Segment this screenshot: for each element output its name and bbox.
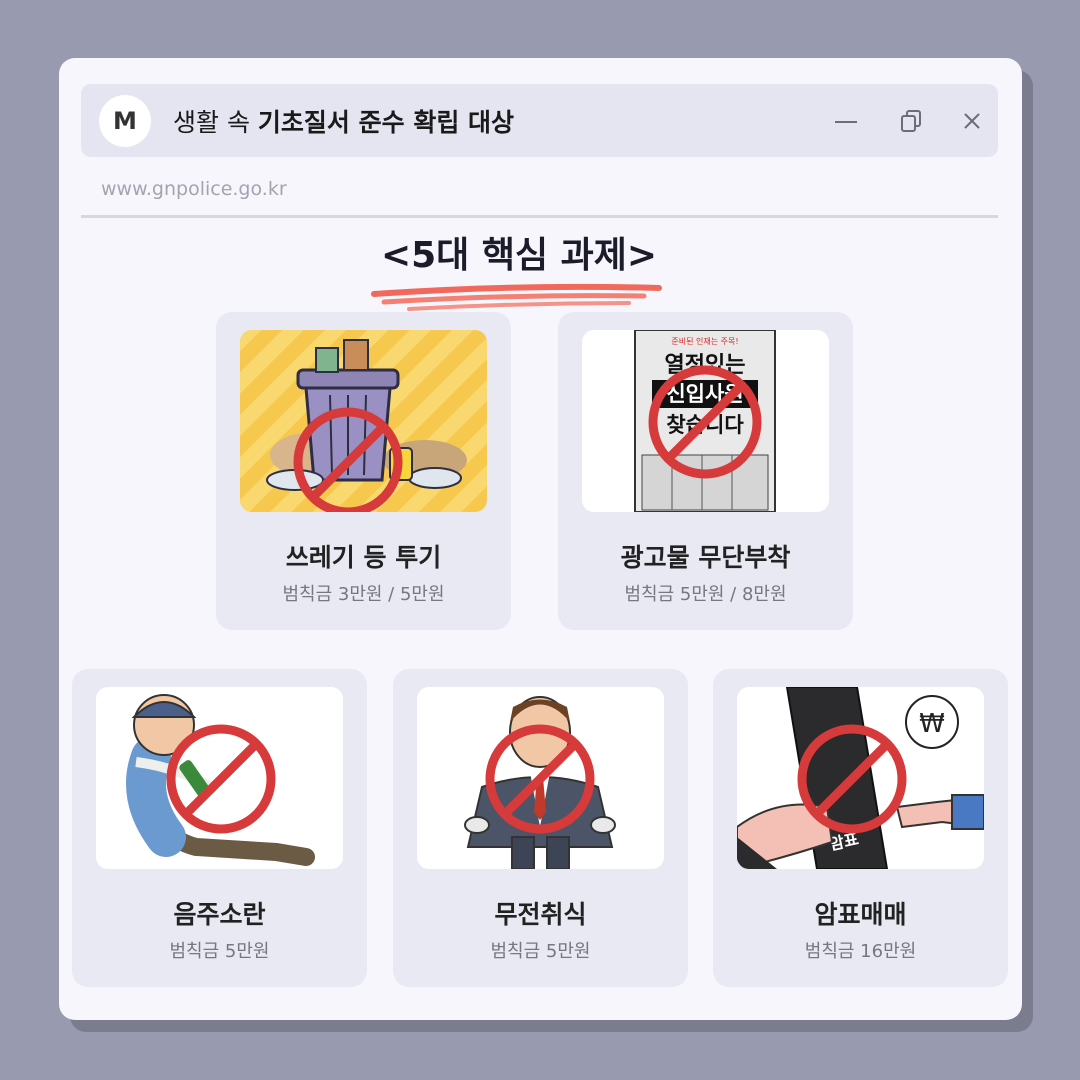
card-image bbox=[96, 687, 343, 869]
card-fine: 범칙금 5만원 bbox=[169, 941, 270, 962]
close-button[interactable] bbox=[955, 104, 989, 138]
divider bbox=[81, 215, 998, 218]
card-fine: 범칙금 5만원 bbox=[490, 941, 591, 962]
card-image bbox=[240, 330, 487, 512]
window-title: 생활 속 기초질서 준수 확립 대상 bbox=[173, 103, 514, 139]
card-dine-and-dash[interactable]: 무전취식 범칙금 5만원 bbox=[393, 669, 688, 987]
copy-icon bbox=[901, 110, 921, 132]
app-window: M 생활 속 기초질서 준수 확립 대상 www.gnpolice.go.kr … bbox=[59, 58, 1022, 1020]
minimize-button[interactable] bbox=[829, 104, 863, 138]
card-title: 광고물 무단부착 bbox=[620, 543, 791, 572]
title-bold: 기초질서 준수 확립 대상 bbox=[257, 108, 515, 137]
card-image: 준비된 인재는 주목! 열정있는 신입사원 찾습니다 bbox=[582, 330, 829, 512]
empty-pockets-man-icon bbox=[464, 696, 616, 869]
card-fine: 범칙금 16만원 bbox=[804, 941, 917, 962]
poster-caption: 준비된 인재는 주목! bbox=[671, 336, 738, 346]
card-ticket-scalping[interactable]: 암표 ₩ 암표매매 범칙금 16만원 bbox=[713, 669, 1008, 987]
card-trash-dumping[interactable]: 쓰레기 등 투기 범칙금 3만원 / 5만원 bbox=[216, 312, 511, 630]
won-symbol: ₩ bbox=[919, 709, 945, 739]
brush-underline bbox=[371, 283, 662, 311]
restore-button[interactable] bbox=[894, 104, 928, 138]
card-illegal-posting[interactable]: 준비된 인재는 주목! 열정있는 신입사원 찾습니다 광고물 무단부착 범칙금 … bbox=[558, 312, 853, 630]
card-image bbox=[417, 687, 664, 869]
trash-can-icon bbox=[240, 330, 487, 512]
card-drunk-disorder[interactable]: 음주소란 범칙금 5만원 bbox=[72, 669, 367, 987]
drunk-man-icon bbox=[126, 694, 315, 866]
card-title: 음주소란 bbox=[173, 900, 266, 929]
minimize-icon bbox=[835, 121, 857, 123]
heading-block: <5대 핵심 과제> bbox=[359, 226, 679, 311]
card-fine: 범칙금 3만원 / 5만원 bbox=[282, 584, 445, 605]
title-prefix: 생활 속 bbox=[173, 108, 258, 137]
poster-icon: 준비된 인재는 주목! 열정있는 신입사원 찾습니다 bbox=[634, 330, 776, 512]
page-title: <5대 핵심 과제> bbox=[380, 235, 658, 276]
card-image: 암표 ₩ bbox=[737, 687, 984, 869]
card-title: 무전취식 bbox=[494, 900, 587, 929]
url-text[interactable]: www.gnpolice.go.kr bbox=[101, 178, 287, 200]
ticket-scalping-icon: 암표 ₩ bbox=[737, 687, 984, 869]
card-title: 암표매매 bbox=[814, 900, 907, 929]
avatar: M bbox=[99, 95, 151, 147]
title-bar: M 생활 속 기초질서 준수 확립 대상 bbox=[81, 84, 998, 157]
close-icon bbox=[964, 113, 980, 129]
card-fine: 범칙금 5만원 / 8만원 bbox=[624, 584, 787, 605]
card-title: 쓰레기 등 투기 bbox=[285, 543, 442, 572]
